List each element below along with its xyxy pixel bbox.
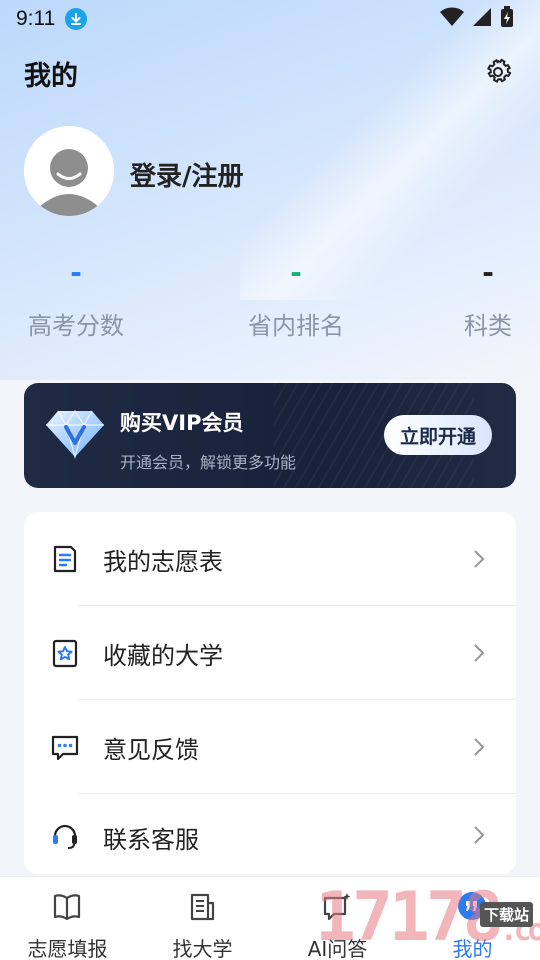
tab-volunteer[interactable]: 志愿填报 bbox=[0, 877, 135, 960]
stat-category-label: 科类 bbox=[464, 312, 512, 340]
menu-item-customer-service[interactable]: 联系客服 bbox=[24, 794, 516, 874]
watermark-number: 17178 bbox=[315, 878, 504, 957]
tab-label: 找大学 bbox=[172, 937, 233, 960]
login-register-link[interactable]: 登录/注册 bbox=[130, 156, 244, 193]
download-icon bbox=[65, 8, 88, 30]
page-title: 我的 bbox=[24, 61, 78, 92]
chevron-right-icon bbox=[474, 644, 485, 662]
chat-bubble-icon bbox=[51, 735, 79, 761]
menu-item-my-wishlist[interactable]: 我的志愿表 bbox=[24, 512, 516, 606]
status-bar: 9:11 bbox=[0, 0, 540, 38]
stat-rank: - 省内排名 bbox=[244, 258, 348, 341]
diamond-icon bbox=[46, 409, 104, 459]
stat-rank-value: - bbox=[290, 256, 302, 289]
tab-find-university[interactable]: 找大学 bbox=[135, 877, 270, 960]
wifi-icon bbox=[440, 7, 464, 26]
chevron-right-icon bbox=[474, 738, 485, 756]
book-icon bbox=[53, 894, 81, 921]
menu-label: 收藏的大学 bbox=[103, 642, 223, 670]
building-icon bbox=[190, 893, 215, 921]
star-bookmark-icon bbox=[52, 639, 78, 668]
menu-label: 联系客服 bbox=[103, 826, 199, 854]
menu-label: 意见反馈 bbox=[103, 736, 199, 764]
watermark-tag: 下载站 bbox=[480, 902, 534, 927]
menu-item-feedback[interactable]: 意见反馈 bbox=[24, 700, 516, 794]
vip-title: 购买VIP会员 bbox=[120, 411, 244, 435]
vip-subtitle: 开通会员，解锁更多功能 bbox=[120, 453, 297, 472]
stat-category: - 科类 bbox=[460, 258, 516, 341]
gear-icon bbox=[487, 58, 512, 83]
settings-button[interactable] bbox=[484, 58, 512, 86]
menu-label: 我的志愿表 bbox=[103, 548, 223, 576]
status-time: 9:11 bbox=[16, 7, 56, 30]
menu-item-favorite-universities[interactable]: 收藏的大学 bbox=[24, 606, 516, 700]
battery-icon bbox=[501, 6, 513, 27]
signal-icon bbox=[473, 8, 491, 26]
stat-score-label: 高考分数 bbox=[28, 312, 124, 340]
stat-category-value: - bbox=[482, 256, 494, 289]
stat-rank-label: 省内排名 bbox=[248, 312, 344, 340]
avatar[interactable] bbox=[24, 126, 114, 216]
stat-score: - 高考分数 bbox=[24, 258, 128, 341]
menu-card: 我的志愿表 收藏的大学 意见反馈 联系客服 bbox=[24, 512, 516, 874]
status-icons bbox=[440, 6, 514, 28]
headset-icon bbox=[53, 824, 77, 849]
vip-banner[interactable]: 购买VIP会员 开通会员，解锁更多功能 立即开通 bbox=[24, 383, 516, 488]
tab-label: 志愿填报 bbox=[27, 937, 108, 960]
document-icon bbox=[53, 545, 77, 573]
chevron-right-icon bbox=[474, 826, 485, 844]
chevron-right-icon bbox=[474, 550, 485, 568]
stat-score-value: - bbox=[70, 256, 82, 289]
vip-open-button[interactable]: 立即开通 bbox=[384, 415, 492, 455]
